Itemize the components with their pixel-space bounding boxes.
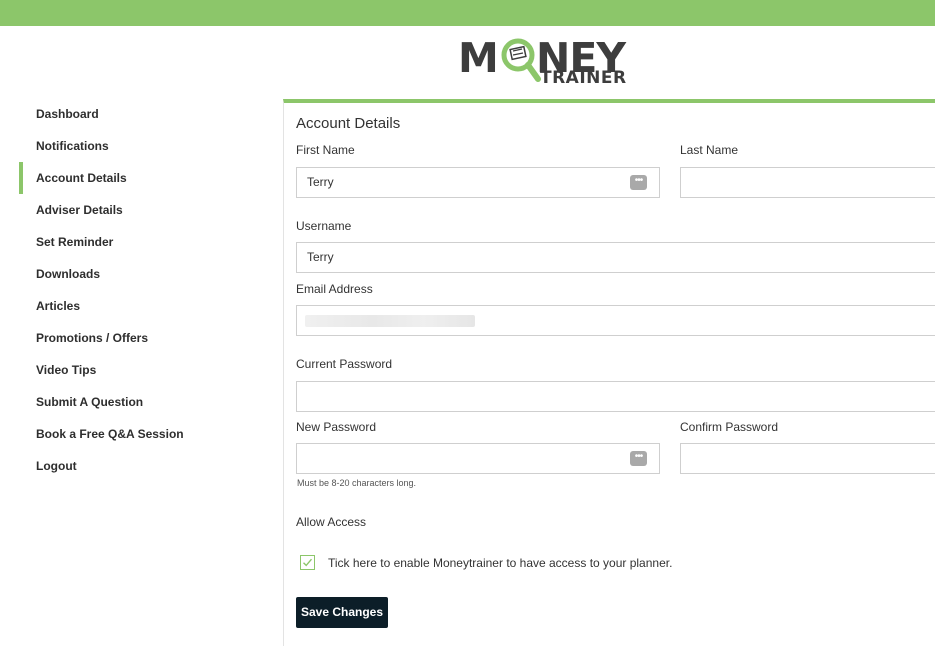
sidebar-item-account-details[interactable]: Account Details — [0, 162, 270, 194]
sidebar-item-dashboard[interactable]: Dashboard — [0, 98, 270, 130]
ellipsis-key-icon[interactable]: ••• — [630, 451, 647, 466]
confirm-password-field[interactable] — [680, 443, 935, 474]
last-name-field[interactable] — [680, 167, 935, 198]
checkmark-icon — [303, 558, 313, 567]
sidebar-item-set-reminder[interactable]: Set Reminder — [0, 226, 270, 258]
moneytrainer-logo[interactable]: M NEY TRAINER — [456, 34, 626, 90]
confirm-password-label: Confirm Password — [680, 420, 779, 434]
ellipsis-key-icon[interactable]: ••• — [630, 175, 647, 190]
sidebar-item-logout[interactable]: Logout — [0, 450, 270, 482]
sidebar-nav: Dashboard Notifications Account Details … — [0, 98, 270, 482]
allow-access-label: Allow Access — [296, 515, 367, 529]
username-field[interactable]: Terry — [296, 242, 935, 273]
current-password-field[interactable] — [296, 381, 935, 412]
first-name-value: Terry — [307, 175, 334, 189]
save-changes-button[interactable]: Save Changes — [296, 597, 388, 628]
sidebar-item-book-session[interactable]: Book a Free Q&A Session — [0, 418, 270, 450]
first-name-label: First Name — [296, 143, 355, 157]
sidebar-item-promotions[interactable]: Promotions / Offers — [0, 322, 270, 354]
username-value: Terry — [307, 250, 334, 264]
sidebar-item-articles[interactable]: Articles — [0, 290, 270, 322]
page-title: Account Details — [296, 115, 401, 132]
sidebar-item-video-tips[interactable]: Video Tips — [0, 354, 270, 386]
new-password-label: New Password — [296, 420, 377, 434]
current-password-label: Current Password — [296, 357, 393, 371]
allow-access-checkbox[interactable] — [300, 555, 315, 570]
sidebar-item-notifications[interactable]: Notifications — [0, 130, 270, 162]
sidebar-item-submit-question[interactable]: Submit A Question — [0, 386, 270, 418]
last-name-label: Last Name — [680, 143, 739, 157]
email-field[interactable] — [296, 305, 935, 336]
sidebar-item-downloads[interactable]: Downloads — [0, 258, 270, 290]
redacted-email — [305, 315, 475, 327]
allow-access-text[interactable]: Tick here to enable Moneytrainer to have… — [328, 556, 672, 570]
first-name-field[interactable]: Terry ••• — [296, 167, 660, 198]
new-password-field[interactable]: ••• — [296, 443, 660, 474]
password-hint: Must be 8-20 characters long. — [297, 478, 417, 488]
username-label: Username — [296, 219, 352, 233]
top-banner — [0, 0, 935, 26]
email-label: Email Address — [296, 282, 373, 296]
sidebar-item-adviser-details[interactable]: Adviser Details — [0, 194, 270, 226]
